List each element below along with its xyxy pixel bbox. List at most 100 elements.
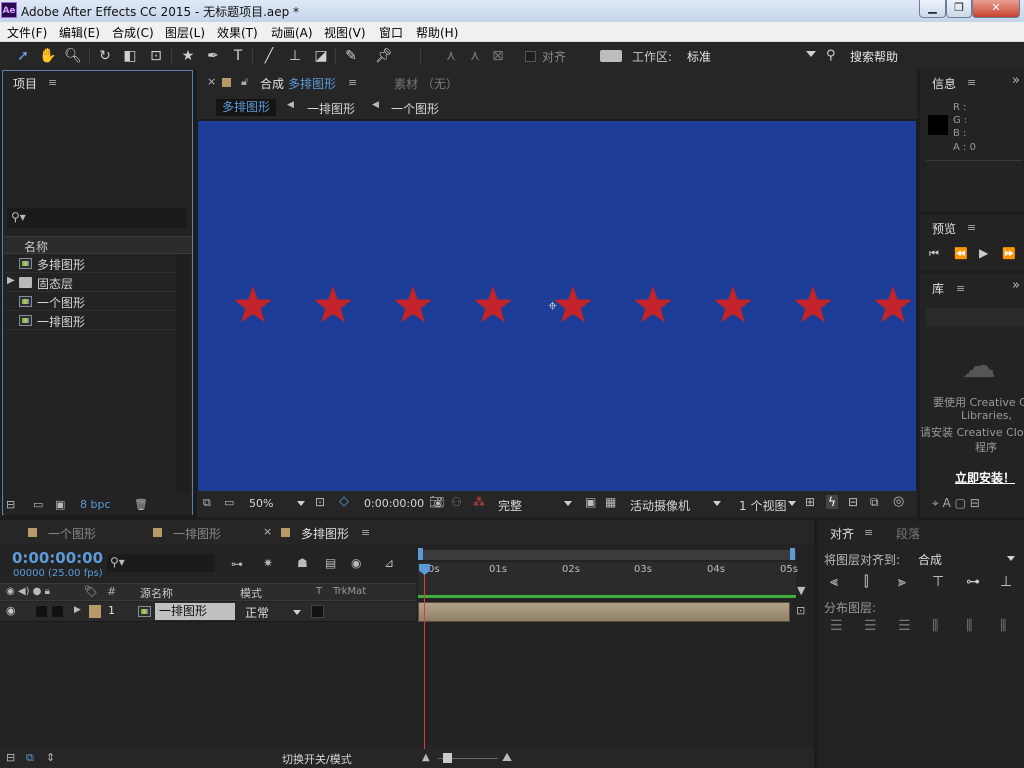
align-vertical-center-icon[interactable]: ⊶ [966,574,980,590]
expand-triangle-icon[interactable]: ▶ [7,275,15,286]
clone-stamp-tool-icon[interactable]: ⊥ [286,47,304,65]
menu-help[interactable]: 帮助(H) [416,24,458,41]
solo-box[interactable] [36,606,47,617]
zoom-select[interactable]: 50% [249,497,273,510]
lock-icon[interactable]: 🔓︎ [241,75,248,89]
zoom-out-icon[interactable]: ▲ [422,752,430,763]
eraser-tool-icon[interactable]: ◪ [312,47,330,65]
current-time-indicator[interactable] [424,565,425,749]
star-shape-tool-icon[interactable]: ★ [179,47,197,65]
menu-layer[interactable]: 图层(L) [165,24,205,41]
star-shape[interactable] [314,286,352,323]
menu-edit[interactable]: 编辑(E) [59,24,100,41]
new-composition-icon[interactable]: ▣ [55,498,65,511]
resolution-select[interactable]: 完整 [498,497,522,514]
transfer-controls-icon[interactable]: ⧉ [26,751,34,765]
project-item[interactable]: 一排图形 [4,311,192,330]
layer-duration-bar[interactable] [418,602,790,622]
camera-select[interactable]: 活动摄像机 [630,497,690,514]
panel-menu-icon[interactable]: ≡ [967,221,976,234]
project-item[interactable]: 一个图形 [4,292,192,311]
eye-icon[interactable]: ◉ [6,604,16,617]
toggle-switches-modes[interactable]: 切换开关/模式 [282,751,352,767]
info-tab[interactable]: 信息 [932,75,956,92]
timeline-tab-active[interactable]: 多排图形 [301,525,349,542]
align-bottom-icon[interactable]: ⊥ [1000,574,1012,590]
timeline-current-time[interactable]: 0:00:00:00 [12,549,103,567]
project-scrollbar[interactable] [176,254,190,494]
work-area-end-handle[interactable] [790,548,795,560]
close-icon[interactable]: × [263,525,272,538]
in-out-icon[interactable]: ⇕ [46,751,55,764]
close-icon[interactable]: × [207,75,216,88]
paragraph-tab[interactable]: 段落 [896,525,920,542]
maximize-button[interactable]: ❐ [946,0,972,18]
close-button[interactable]: ✕ [972,0,1020,18]
work-area-start-handle[interactable] [418,548,423,560]
hand-tool-icon[interactable]: ✋ [39,47,57,65]
hide-shy-icon[interactable]: ☗ [297,556,308,570]
comp-mini-flowchart-icon[interactable]: ⊶ [231,557,243,571]
align-right-icon[interactable]: ⫸ [898,574,906,590]
search-help-input[interactable]: 搜索帮助 [850,48,898,65]
roto-brush-tool-icon[interactable]: ✎ [342,47,360,65]
previous-frame-icon[interactable]: ⏪ [954,247,968,260]
panel-menu-icon[interactable]: ≡ [864,526,873,539]
anchor-point-icon[interactable]: ⌖ [548,296,557,316]
chevron-down-icon[interactable] [806,51,816,57]
time-ruler[interactable]: 0s 01s 02s 03s 04s 05s [418,562,798,582]
column-source-name[interactable]: 源名称 [140,585,173,601]
star-shape[interactable] [714,286,752,323]
graph-editor-icon[interactable]: ⊿ [384,556,394,570]
brush-tool-icon[interactable]: ╱ [260,47,278,65]
project-item[interactable]: 多排图形 ⧉ [4,254,192,273]
distribute-right-icon[interactable]: ⫼ [1000,618,1006,634]
expand-triangle-icon[interactable]: ▶ [74,605,81,615]
library-tab[interactable]: 库 [932,280,944,297]
library-select[interactable] [926,308,1024,326]
zoom-tool-icon[interactable]: 🔍︎ [64,47,82,65]
distribute-bottom-icon[interactable]: ☰ [898,618,911,634]
preview-tab[interactable]: 预览 [932,220,956,237]
type-tool-icon[interactable]: T [229,47,247,65]
project-search-input[interactable]: ⚲▾ [7,208,187,228]
selection-tool-icon[interactable]: ➚ [14,47,32,65]
breadcrumb-current[interactable]: 多排图形 [216,99,277,116]
reset-exposure-icon[interactable]: ◎ [893,494,904,509]
align-tab[interactable]: 对齐 [830,525,854,542]
fast-preview-icon[interactable]: ▣ [585,495,596,509]
panel-menu-icon[interactable]: ≡ [348,76,357,89]
world-axis-icon[interactable]: ⋏ [466,47,484,65]
show-snapshot-icon[interactable]: ⚇ [451,495,462,509]
minimize-button[interactable]: ▁ [919,0,946,18]
views-select[interactable]: 1 个视图 [739,497,786,514]
draft-3d-icon[interactable]: ✷ [263,556,273,570]
layer-switches-icon[interactable]: ⊟ [6,751,15,764]
local-axis-icon[interactable]: ⋏ [442,47,460,65]
chevron-down-icon[interactable] [713,501,721,506]
composition-tab-name[interactable]: 多排图形 [288,75,336,92]
fast-draft-icon[interactable]: ϟ [826,495,838,509]
next-frame-icon[interactable]: ⏩ [1002,247,1016,260]
monitor-icon[interactable]: ▭ [224,496,234,509]
zoom-slider-handle[interactable] [443,753,452,763]
star-shape[interactable] [234,286,272,323]
lock-box[interactable] [52,606,63,617]
breadcrumb-item[interactable]: 一个图形 [391,100,439,117]
star-shape[interactable] [794,286,832,323]
label-color-swatch[interactable] [89,605,101,618]
layer-name[interactable]: 一排图形 [155,603,235,620]
trash-icon[interactable]: 🗑︎ [134,498,148,511]
timeline-search-input[interactable]: ⚲▾ [107,554,215,572]
transparency-grid-icon[interactable]: ▦ [605,495,616,509]
comp-button-icon[interactable]: ⊡ [796,604,805,617]
library-footer-icons[interactable]: ⌖ A ▢ ⊟ [932,496,980,511]
always-preview-icon[interactable]: ⧉ [203,496,211,510]
timeline-tab[interactable]: 一个图形 [48,525,96,542]
region-of-interest-icon[interactable]: ◇ [339,494,349,509]
frame-blending-icon[interactable]: ▤ [325,556,336,570]
layer-row[interactable]: ◉ ▶ 1 一排图形 正常 [0,602,416,622]
project-tab[interactable]: 项目 [13,75,37,92]
chevron-down-icon[interactable] [293,610,301,615]
bpc-button[interactable]: 8 bpc [80,498,111,511]
